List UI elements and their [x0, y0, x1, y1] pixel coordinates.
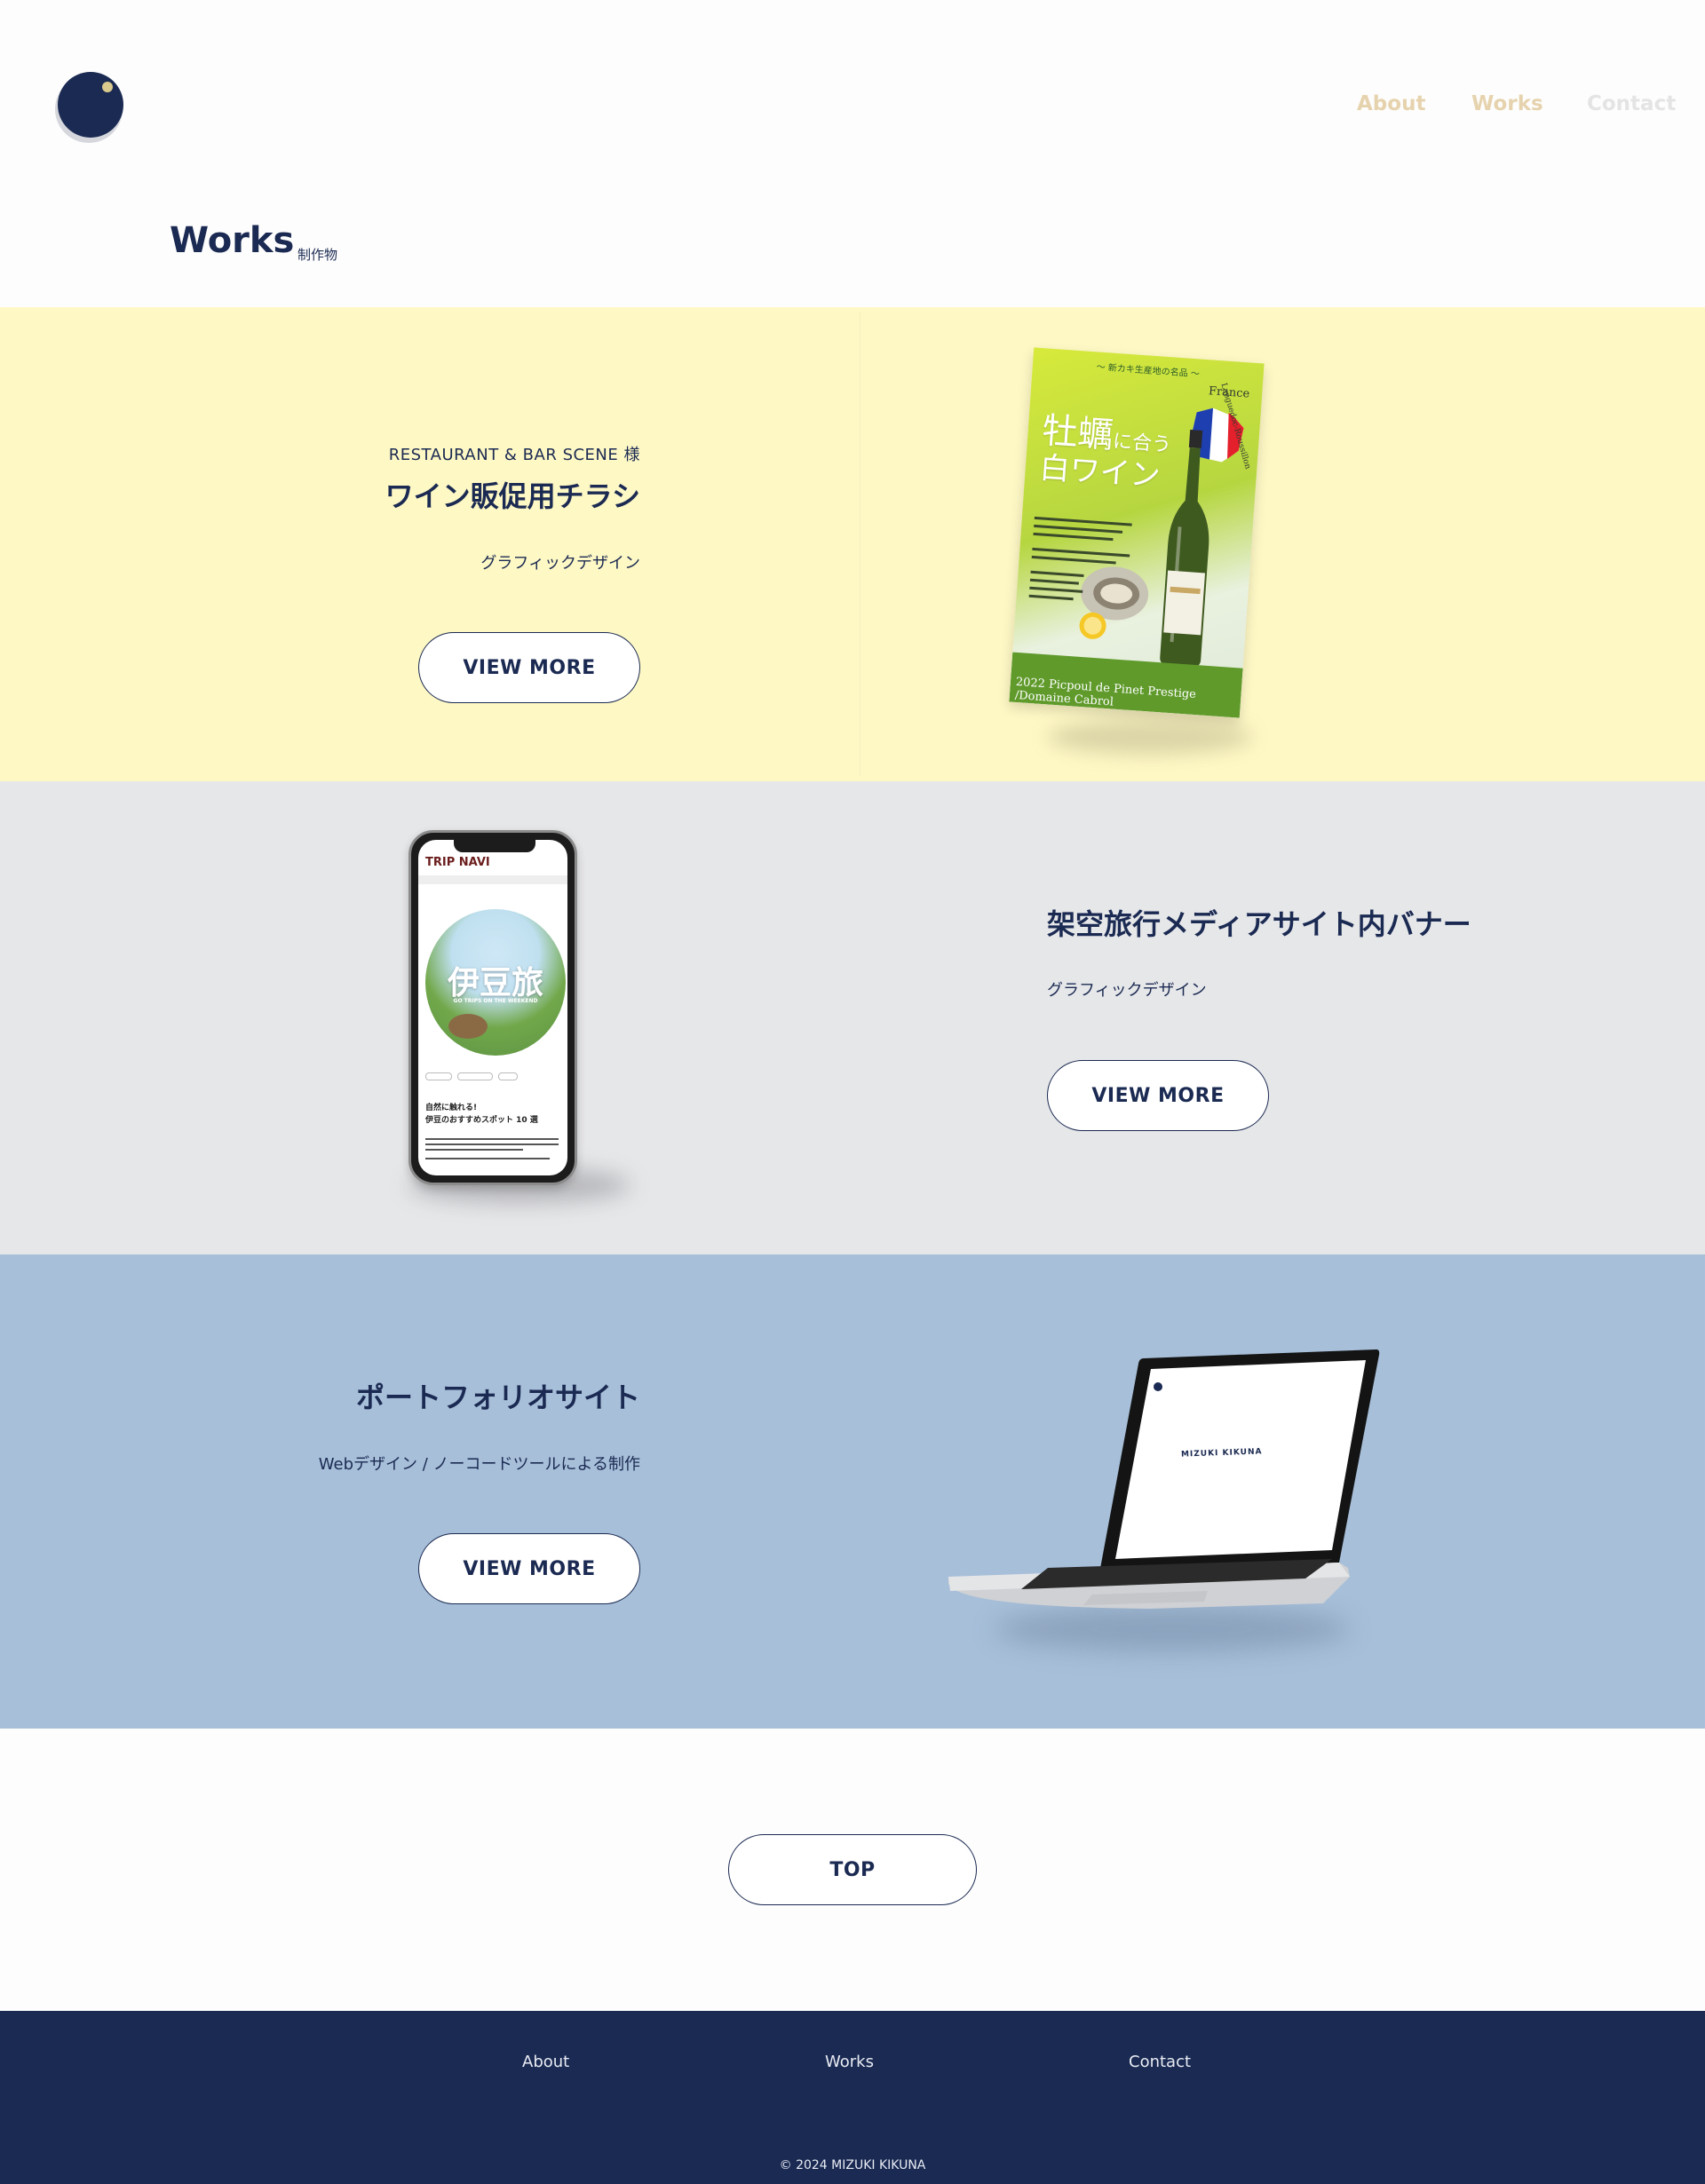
footer-works-link[interactable]: Works	[825, 2053, 874, 2071]
smartphone-mockup-image[interactable]: TRIP NAVI 伊豆旅 GO TRIPS ON THE WEEKEND 自然…	[391, 830, 648, 1221]
moon-circle-logo-icon	[55, 72, 123, 143]
site-logo[interactable]	[53, 71, 126, 144]
nav-contact-link[interactable]: Contact	[1587, 92, 1676, 115]
work-section-travel-banner	[0, 781, 1705, 1255]
laptop-mockup-image[interactable]: MIZUKI KIKUNA	[941, 1341, 1385, 1669]
view-more-button[interactable]: VIEW MORE	[1047, 1060, 1269, 1131]
copyright: © 2024 MIZUKI KIKUNA	[779, 2158, 926, 2172]
phone-article-line-2: 伊豆のおすすめスポット 10 選	[425, 1115, 538, 1125]
phone-site-name: TRIP NAVI	[425, 856, 490, 869]
wine-flyer-image[interactable]: 〜 新カキ生産地の名品 〜 France 牡蠣に合う 白ワイン Languedo…	[1009, 347, 1270, 755]
phone-banner-title: 伊豆旅	[447, 965, 543, 1001]
back-to-top-button[interactable]: TOP	[728, 1834, 977, 1905]
work-client: RESTAURANT & BAR SCENE 様	[388, 446, 640, 464]
phone-banner-sub: GO TRIPS ON THE WEEKEND	[453, 998, 538, 1004]
nav-about-link[interactable]: About	[1357, 92, 1425, 115]
flyer-headline-1: 牡蠣	[1041, 410, 1115, 456]
work-title: 架空旅行メディアサイト内バナー	[1047, 907, 1471, 941]
phone-article-line-1: 自然に触れる!	[425, 1104, 478, 1112]
work-title: ポートフォリオサイト	[355, 1381, 640, 1414]
footer-contact-link[interactable]: Contact	[1129, 2053, 1191, 2071]
flyer-headline-2: 白ワイン	[1038, 450, 1162, 495]
page-subtitle: 制作物	[297, 247, 338, 263]
view-more-button[interactable]: VIEW MORE	[418, 1533, 640, 1604]
footer-about-link[interactable]: About	[522, 2053, 569, 2071]
laptop-icon	[948, 1349, 1380, 1609]
page-title: Works	[170, 220, 295, 261]
work-category: グラフィックデザイン	[1047, 981, 1207, 1000]
nav-works-link[interactable]: Works	[1471, 92, 1543, 115]
work-category: グラフィックデザイン	[480, 554, 640, 573]
work-category: Webデザイン / ノーコードツールによる制作	[318, 1455, 640, 1474]
view-more-button[interactable]: VIEW MORE	[418, 632, 640, 703]
work-section-portfolio-site	[0, 1254, 1705, 1729]
work-title: ワイン販促用チラシ	[385, 479, 640, 513]
work-section-wine-flyer	[0, 307, 1705, 781]
